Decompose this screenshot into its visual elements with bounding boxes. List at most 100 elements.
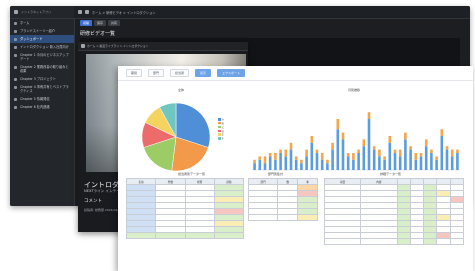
- nav-icon: [14, 85, 17, 89]
- bar: [274, 153, 277, 160]
- nav-icon: [14, 97, 17, 101]
- bar: [320, 153, 324, 160]
- cell: [449, 238, 465, 246]
- bar: [268, 153, 272, 157]
- bar: [440, 129, 444, 136]
- sidebar-item[interactable]: イントロダクション 新入社員向け: [10, 43, 74, 51]
- sidebar-item[interactable]: ブランドストーリー紹介: [10, 27, 74, 35]
- breadcrumb: ホーム > 研修ビデオ > イントロダクション: [92, 10, 156, 15]
- display-button[interactable]: 表示: [195, 69, 212, 77]
- cell: [323, 238, 362, 246]
- bar: [346, 153, 350, 157]
- sidebar-item[interactable]: ホーム: [10, 19, 74, 27]
- legend-swatch: [218, 137, 221, 140]
- menu-icon[interactable]: [78, 10, 82, 14]
- legend-label: F: [222, 137, 224, 141]
- bar: [450, 149, 454, 157]
- page-title: 研修ビデオ一覧: [80, 31, 116, 37]
- watch-button[interactable]: 視聴: [80, 20, 93, 26]
- export-button[interactable]: エクスポート: [217, 69, 245, 77]
- bar: [305, 156, 308, 170]
- person-filter[interactable]: 担当者: [170, 69, 190, 77]
- sidebar-item-label: ダッシュボード: [20, 37, 43, 41]
- sidebar-item-label: ホーム: [20, 21, 30, 25]
- cell: [213, 232, 245, 240]
- bar: [383, 159, 386, 170]
- sidebar-item[interactable]: ダッシュボード: [10, 35, 74, 43]
- bar-chart-title: 月別推移: [348, 88, 361, 92]
- legend-label: B: [222, 122, 224, 126]
- sidebar-item-label: Chapter 6 社内連絡: [20, 105, 50, 109]
- bar: [289, 142, 293, 150]
- bar: [383, 156, 386, 160]
- pie-chart: [141, 102, 211, 172]
- table1-title: 担当者別データ一覧: [178, 172, 206, 176]
- cell: [396, 238, 411, 246]
- bar: [424, 139, 428, 147]
- share-button[interactable]: 共有: [108, 20, 121, 26]
- department-table: 部門数率: [247, 177, 318, 222]
- sidebar-item-label: Chapter 3 プロジェクト: [20, 77, 56, 81]
- bar: [315, 153, 319, 170]
- nav-icon: [14, 53, 17, 57]
- cell: [277, 214, 299, 222]
- bar: [294, 156, 298, 160]
- nav-icon: [14, 45, 17, 49]
- sidebar-item-label: Chapter 2 業務改善の取り組みと成果: [20, 65, 69, 73]
- bar: [440, 136, 444, 170]
- table2-title: 部門別集計: [268, 172, 284, 176]
- bar: [393, 149, 397, 153]
- bar: [378, 156, 381, 170]
- home-icon[interactable]: [85, 10, 89, 14]
- nav-icon: [14, 21, 17, 25]
- cell: [436, 238, 451, 246]
- bar: [445, 146, 449, 150]
- cell: [297, 214, 318, 222]
- period-filter[interactable]: 期間: [126, 69, 143, 77]
- bar: [372, 146, 376, 150]
- menu-icon[interactable]: [14, 10, 18, 14]
- bar: [414, 153, 418, 160]
- sidebar-item[interactable]: Chapter 1 今月のビジネスアップデート: [10, 51, 74, 63]
- bar: [253, 163, 256, 170]
- back-icon[interactable]: [81, 44, 85, 48]
- bar: [320, 159, 324, 170]
- sidebar-item[interactable]: Chapter 3 プロジェクト: [10, 75, 74, 83]
- bar: [409, 146, 412, 150]
- department-filter[interactable]: 部門: [148, 69, 165, 77]
- bar: [336, 119, 340, 130]
- legend-swatch: [218, 121, 221, 125]
- bar: [456, 153, 459, 170]
- bar: [279, 149, 282, 153]
- sidebar-item[interactable]: Chapter 2 業務改善の取り組みと成果: [10, 63, 74, 75]
- bar: [419, 153, 423, 157]
- bar: [362, 146, 366, 170]
- toolbar: 視聴 保存 共有: [80, 20, 121, 26]
- dashboard-window: 期間 部門 担当者 表示 エクスポート 全体 ABCDEF 月別推移 担当者別デ…: [118, 66, 473, 271]
- filter-bar: 期間 部門 担当者 表示 エクスポート: [118, 66, 473, 81]
- bar: [435, 159, 438, 170]
- sidebar-item[interactable]: Chapter 5 情報発信: [10, 95, 74, 103]
- sidebar: イントラネットアプリ ホームブランドストーリー紹介ダッシュボードイントロダクショ…: [10, 6, 75, 206]
- bar: [357, 149, 360, 153]
- sidebar-header: イントラネットアプリ: [10, 6, 74, 19]
- bar: [258, 156, 262, 160]
- bar: [352, 159, 355, 170]
- bar: [341, 139, 345, 170]
- cell: [125, 232, 157, 240]
- bar: [274, 159, 277, 170]
- legend-swatch: [218, 133, 221, 136]
- bar: [253, 159, 256, 164]
- sidebar-item-label: Chapter 5 情報発信: [20, 97, 50, 101]
- legend-label: D: [222, 129, 224, 133]
- bar: [430, 149, 433, 153]
- nav-icon: [14, 37, 17, 41]
- bar: [409, 149, 412, 170]
- sidebar-item[interactable]: Chapter 6 社内連絡: [10, 103, 74, 111]
- bar: [430, 153, 433, 170]
- bar: [326, 159, 329, 164]
- save-button[interactable]: 保存: [94, 20, 107, 26]
- sidebar-item[interactable]: Chapter 4 事例共有とベストプラクティス: [10, 83, 74, 95]
- bar: [393, 153, 397, 170]
- legend-swatch: [218, 118, 221, 121]
